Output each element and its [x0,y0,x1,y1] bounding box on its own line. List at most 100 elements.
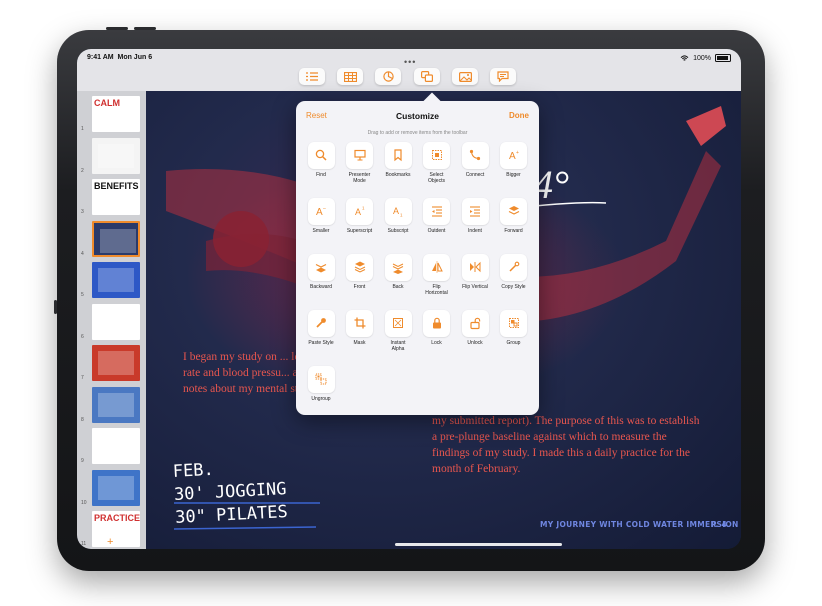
outline-view-button[interactable] [299,68,325,85]
status-date: Mon Jun 6 [117,54,153,61]
shape-icon [421,71,433,82]
popover-title: Customize [396,111,439,121]
toolbar-item-tile[interactable] [500,310,527,337]
flip-vertical-icon [470,261,481,273]
presenter-icon [353,149,366,161]
toolbar-item-paste-style[interactable]: Paste Style [301,310,341,346]
insert-media-button[interactable] [452,68,478,85]
slide-number: 9 [81,458,84,464]
toolbar-item-flip-vertical[interactable]: Flip Vertical [455,254,495,290]
slide-number: 2 [81,167,84,174]
insert-shape-button[interactable] [414,68,440,85]
toolbar-item-ungroup[interactable]: Ungroup [301,366,341,402]
paste-style-icon [316,318,326,328]
toolbar-item-bookmark[interactable]: Bookmarks [378,142,418,178]
toolbar-item-magnifier[interactable]: Find [301,142,341,178]
slide-thumbnail-title: CALM [94,98,120,108]
toolbar-item-unlock[interactable]: Unlock [455,310,495,346]
toolbar-item-select-objects[interactable]: Select Objects [417,142,457,184]
comment-button[interactable] [490,68,516,85]
toolbar-item-back[interactable]: Back [378,254,418,290]
toolbar-item-label: Back [392,284,404,290]
slide-thumbnail[interactable] [92,428,140,464]
toolbar-item-indent[interactable]: Indent [455,198,495,234]
slide-number: 10 [81,499,87,506]
toolbar-item-tile[interactable] [307,366,335,393]
toolbar-item-tile[interactable] [500,198,527,225]
toolbar-item-connect[interactable]: Connect [455,142,495,178]
toolbar-item-tile[interactable] [307,254,335,281]
toolbar-item-label: Subscript [387,228,409,234]
backward-icon [315,263,327,273]
toolbar-item-tile[interactable] [423,254,450,281]
svg-text:1: 1 [400,213,403,218]
toolbar-item-group[interactable]: Group [494,310,534,346]
toolbar-item-tile[interactable] [423,310,450,337]
toolbar-item-mask[interactable]: Mask [340,310,380,346]
toolbar-item-tile[interactable]: A1 [346,198,373,225]
toolbar-item-tile[interactable] [423,198,450,225]
toolbar-item-tile[interactable] [423,142,450,169]
toolbar-item-flip-horizontal[interactable]: Flip Horizontal [417,254,457,296]
toolbar-item-tile[interactable] [307,142,335,169]
toolbar-item-tile[interactable] [384,142,412,169]
toolbar-item-tile[interactable]: A1 [384,198,412,225]
toolbar-item-lock[interactable]: Lock [417,310,457,346]
slide-thumbnail[interactable] [92,220,140,257]
add-slide-button[interactable]: + [107,536,113,548]
slide-thumbnail[interactable] [92,386,140,423]
insert-chart-button[interactable] [375,68,401,85]
toolbar-item-tile[interactable] [461,198,489,225]
toolbar-item-forward[interactable]: Forward [494,198,534,234]
toolbar-item-label: Mask [353,340,366,346]
toolbar-item-outdent[interactable]: Outdent [417,198,457,234]
toolbar-item-tile[interactable] [346,310,373,337]
insert-table-button[interactable] [337,68,363,85]
svg-text:A: A [509,151,516,162]
toolbar-item-tile[interactable] [461,254,489,281]
toolbar-item-tile[interactable] [346,142,373,169]
slide-thumbnail[interactable] [92,303,140,340]
slide-thumbnail[interactable] [92,137,140,174]
toolbar-item-presenter[interactable]: Presenter Mode [340,142,380,184]
toolbar-item-label: Instant Alpha [390,340,406,352]
toolbar-item-subscript[interactable]: A 1 Subscript [378,198,418,234]
svg-text:A: A [316,207,323,218]
slide-thumbnail[interactable] [92,345,140,381]
slide-thumbnail[interactable]: BENEFITS [92,179,140,215]
home-indicator[interactable] [395,543,562,546]
toolbar-item-instant-alpha[interactable]: Instant Alpha [378,310,418,352]
toolbar-item-backward[interactable]: Backward [301,254,341,290]
toolbar-item-tile[interactable] [461,310,489,337]
toolbar-item-bigger[interactable]: A + Bigger [494,142,534,178]
toolbar-item-tile[interactable] [384,254,412,281]
superscript-icon: A1 [355,206,365,218]
toolbar-item-tile[interactable] [346,254,373,281]
bookmark-icon [394,149,402,162]
comment-icon [497,71,509,82]
toolbar-item-tile[interactable] [384,310,412,337]
slide-thumbnail-image [98,268,134,292]
copy-style-icon [508,261,519,272]
toolbar-item-copy-style[interactable]: Copy Style [494,254,534,290]
done-button[interactable]: Done [509,111,529,120]
toolbar-item-tile[interactable] [461,142,489,169]
slide-thumbnail-image [98,434,134,458]
toolbar-item-tile[interactable]: A – [307,198,335,225]
slide-number: 11 [81,541,87,547]
toolbar-item-tile[interactable] [307,310,335,337]
slide-thumbnail[interactable] [92,469,140,506]
toolbar-item-label: Forward [504,228,523,234]
toolbar-item-tile[interactable]: A + [500,142,527,169]
multitasking-dots[interactable]: ••• [404,57,416,67]
status-indicators: 100% [680,54,731,62]
toolbar-item-tile[interactable] [500,254,527,281]
slide-thumbnail[interactable]: PRACTICE [92,511,140,547]
slide-thumbnail[interactable] [92,262,140,298]
slide-thumbnail-image [98,351,134,375]
toolbar-item-superscript[interactable]: A 1 Superscript [340,198,380,234]
toolbar-item-front[interactable]: Front [340,254,380,290]
slide-thumbnail[interactable]: CALM [92,96,140,132]
toolbar-item-smaller[interactable]: A – Smaller [301,198,341,234]
toolbar-item-label: Indent [468,228,482,234]
